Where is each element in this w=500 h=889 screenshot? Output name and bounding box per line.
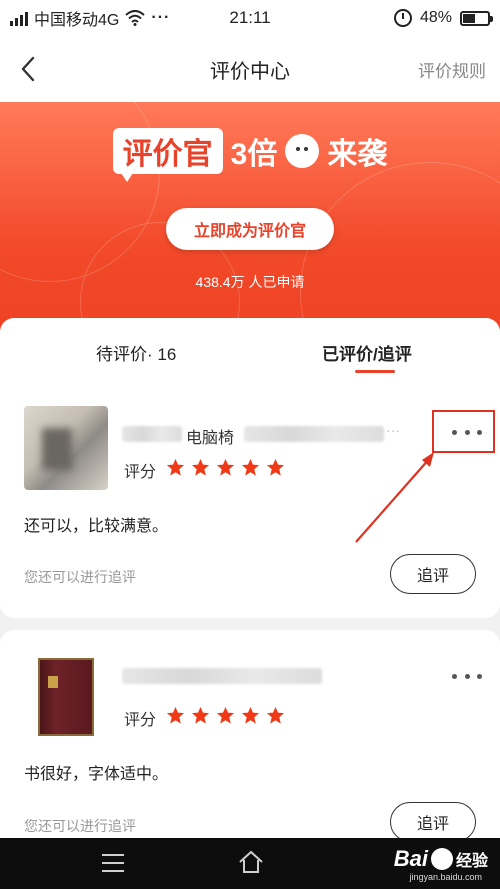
- multiplier-text: 3倍: [230, 138, 278, 171]
- status-bar: 中国移动4G ··· 21:11 48%: [0, 0, 500, 36]
- star-icon: [216, 706, 235, 724]
- annotation-arrow-icon: [355, 452, 434, 543]
- star-icon: [191, 458, 210, 476]
- tab-pending[interactable]: 待评价· 16: [96, 340, 176, 365]
- more-options-icon[interactable]: [452, 670, 482, 682]
- applied-count: 438.4万 人已申请: [195, 274, 305, 290]
- star-rating: [166, 458, 285, 477]
- tagline-text: 来袭: [327, 138, 388, 171]
- watermark-sub: 经验: [455, 853, 488, 870]
- home-icon[interactable]: [238, 850, 264, 874]
- followup-button[interactable]: 追评: [390, 802, 476, 842]
- wifi-icon: [125, 10, 146, 26]
- rating-label: 评分: [124, 712, 157, 729]
- menu-icon[interactable]: [102, 854, 124, 872]
- star-icon: [166, 706, 185, 724]
- become-reviewer-button[interactable]: 立即成为评价官: [166, 208, 334, 250]
- baidu-watermark: Bai 经验: [394, 846, 488, 872]
- rating-label: 评分: [124, 464, 157, 481]
- nav-bar: 评价中心 评价规则: [0, 36, 500, 102]
- system-nav-bar: Bai 经验 jingyan.baidu.com: [0, 838, 500, 889]
- star-rating: [166, 706, 285, 725]
- followup-button[interactable]: 追评: [390, 554, 476, 594]
- watermark-brand: Bai: [393, 846, 428, 871]
- blurred-text: [122, 426, 182, 442]
- tab-bar: 待评价· 16 已评价/追评: [0, 318, 500, 380]
- product-image[interactable]: [24, 406, 108, 490]
- review-text: 书很好，字体适中。: [24, 766, 169, 783]
- star-icon: [216, 458, 235, 476]
- battery-fill: [463, 13, 475, 23]
- rules-link[interactable]: 评价规则: [418, 57, 486, 82]
- star-icon: [166, 458, 185, 476]
- star-icon: [266, 458, 285, 476]
- star-icon: [241, 458, 260, 476]
- signal-icon: [10, 10, 28, 26]
- review-card: 评分 书很好，字体适中。 您还可以进行追评 追评: [0, 630, 500, 850]
- banner-headline: 评价官 3倍 来袭: [0, 128, 500, 182]
- status-more-dots: ···: [151, 9, 171, 26]
- carrier-label: 中国移动4G: [34, 12, 120, 29]
- star-icon: [266, 706, 285, 724]
- blurred-text: [122, 668, 322, 684]
- ellipsis-text: ···: [386, 422, 400, 438]
- paw-icon: [430, 848, 453, 870]
- followup-hint: 您还可以进行追评: [24, 569, 136, 585]
- active-tab-indicator: [355, 370, 395, 373]
- product-image[interactable]: [24, 656, 108, 740]
- reviewer-badge: 评价官: [112, 128, 223, 182]
- banner-decoration: [300, 162, 500, 342]
- tab-reviewed[interactable]: 已评价/追评: [322, 340, 412, 365]
- review-list: 待评价· 16 已评价/追评 电脑椅 ··· 评分 还可以，比较满意。 您还可以…: [0, 318, 500, 850]
- mascot-icon: [285, 134, 320, 168]
- watermark-url: jingyan.baidu.com: [409, 872, 482, 882]
- review-text: 还可以，比较满意。: [24, 518, 169, 535]
- blurred-text: [244, 426, 384, 442]
- promo-banner: 评价官 3倍 来袭 立即成为评价官 438.4万 人已申请: [0, 102, 500, 342]
- battery-percent: 48%: [419, 9, 452, 26]
- product-name: 电脑椅: [186, 430, 235, 447]
- battery-icon: [460, 10, 493, 26]
- annotation-highlight-box: [432, 410, 495, 453]
- star-icon: [191, 706, 210, 724]
- followup-hint: 您还可以进行追评: [24, 818, 136, 834]
- star-icon: [241, 706, 260, 724]
- alarm-icon: [393, 9, 412, 27]
